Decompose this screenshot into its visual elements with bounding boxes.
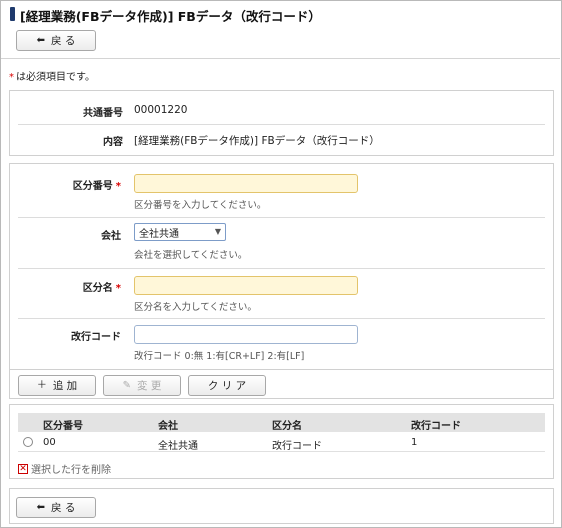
back-button-label: 戻 る <box>51 502 76 514</box>
column-header: 区分番号 <box>43 421 83 432</box>
required-note: * は必須項目です。 <box>9 68 95 83</box>
change-button-label: 変 更 <box>137 380 162 392</box>
common-no-label: 共通番号 <box>83 108 123 119</box>
page-footer: ⬅ 戻 る <box>9 488 554 524</box>
table-cell: 1 <box>411 437 418 448</box>
list-panel: 区分番号 会社 区分名 改行コード 00 全社共通 改行コード 1 ✕ 選択した… <box>9 404 554 479</box>
add-button-label: 追 加 <box>52 380 78 392</box>
arrow-left-icon: ⬅ <box>36 501 46 513</box>
form-divider <box>18 318 545 319</box>
newline-code-hint: 改行コード 0:無 1:有[CR+LF] 2:有[LF] <box>134 351 305 362</box>
arrow-left-icon: ⬅ <box>36 34 46 46</box>
clear-button-label: ク リ ア <box>207 380 247 392</box>
table-header: 区分番号 会社 区分名 改行コード <box>18 413 545 432</box>
table-cell: 改行コード <box>272 441 322 452</box>
back-button-bottom[interactable]: ⬅ 戻 る <box>16 497 96 518</box>
delete-selected-label: 選択した行を削除 <box>31 465 111 476</box>
form-divider <box>18 268 545 269</box>
category-name-hint: 区分名を入力してください。 <box>134 302 257 313</box>
row-select-radio[interactable] <box>23 437 33 447</box>
delete-x-icon: ✕ <box>18 463 28 474</box>
category-name-label: 区分名 * <box>82 283 121 294</box>
table-cell: 全社共通 <box>158 441 198 452</box>
plus-icon: ＋ <box>36 379 47 391</box>
page-header: [経理業務(FBデータ作成)] FBデータ（改行コード） ⬅ 戻 る <box>1 1 560 59</box>
pencil-icon: ✎ <box>122 379 132 391</box>
category-no-label: 区分番号 * <box>72 181 121 192</box>
table-row[interactable]: 00 全社共通 改行コード 1 <box>18 432 545 452</box>
column-header: 会社 <box>158 421 178 432</box>
delete-selected-link[interactable]: ✕ 選択した行を削除 <box>18 461 111 476</box>
required-mark: * <box>115 283 121 294</box>
company-select-value: 全社共通 <box>139 228 179 240</box>
required-note-text: は必須項目です。 <box>16 72 95 83</box>
info-panel: 共通番号 00001220 内容 [経理業務(FBデータ作成)] FBデータ（改… <box>9 90 554 156</box>
form-divider <box>18 217 545 218</box>
page-title: [経理業務(FBデータ作成)] FBデータ（改行コード） <box>20 9 321 24</box>
change-button[interactable]: ✎ 変 更 <box>103 375 181 396</box>
company-label: 会社 <box>101 231 121 242</box>
chevron-down-icon: ▼ <box>214 227 221 236</box>
newline-code-label: 改行コード <box>71 332 121 343</box>
back-button-top[interactable]: ⬅ 戻 る <box>16 30 96 51</box>
clear-button[interactable]: ク リ ア <box>188 375 266 396</box>
column-header: 区分名 <box>272 421 302 432</box>
table-cell: 00 <box>43 437 56 448</box>
company-hint: 会社を選択してください。 <box>134 250 248 261</box>
category-name-input[interactable] <box>134 276 358 295</box>
form-panel: 区分番号 * 区分番号を入力してください。 会社 全社共通 ▼ 会社を選択してくだ… <box>9 163 554 399</box>
required-mark: * <box>115 181 121 192</box>
category-no-hint: 区分番号を入力してください。 <box>134 200 267 211</box>
category-no-input[interactable] <box>134 174 358 193</box>
content-row: 内容 [経理業務(FBデータ作成)] FBデータ（改行コード） <box>10 124 553 153</box>
content-label: 内容 <box>103 137 123 148</box>
add-button[interactable]: ＋ 追 加 <box>18 375 96 396</box>
newline-code-input[interactable] <box>134 325 358 344</box>
action-bar-divider <box>10 369 553 370</box>
back-button-label: 戻 る <box>51 35 76 47</box>
required-mark: * <box>9 72 14 83</box>
title-marker <box>10 7 15 21</box>
company-select[interactable]: 全社共通 ▼ <box>134 223 226 241</box>
column-header: 改行コード <box>411 421 461 432</box>
common-no-value: 00001220 <box>134 104 188 116</box>
common-no-row: 共通番号 00001220 <box>10 95 553 124</box>
content-value: [経理業務(FBデータ作成)] FBデータ（改行コード） <box>134 135 380 147</box>
